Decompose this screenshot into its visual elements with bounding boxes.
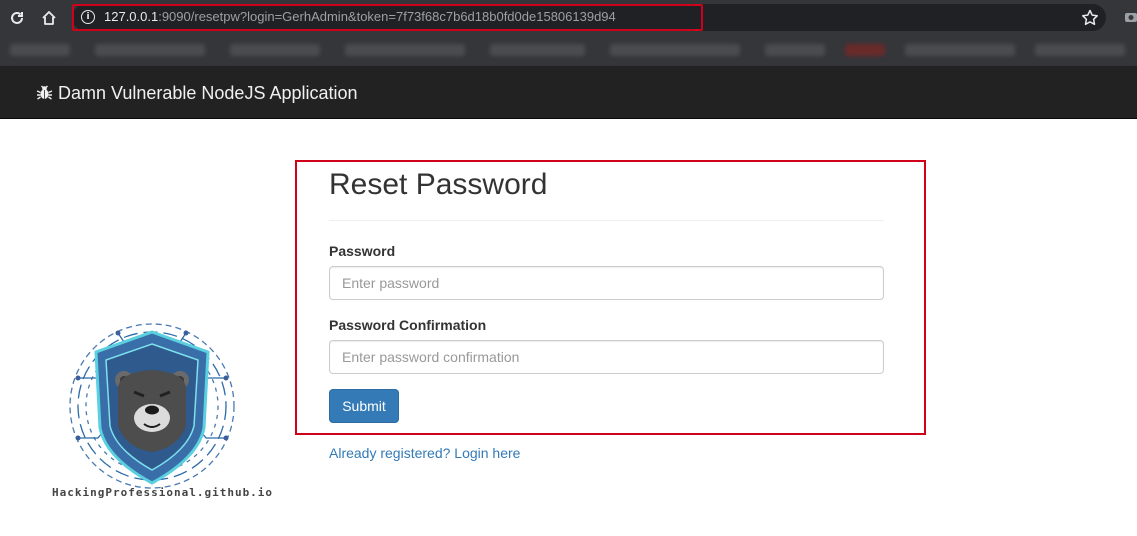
bookmark-item[interactable] [905, 44, 1015, 56]
bug-icon [36, 84, 53, 101]
url-highlight-box [72, 4, 703, 31]
password-confirmation-label: Password Confirmation [329, 317, 487, 333]
bookmark-star-icon[interactable] [1080, 8, 1100, 28]
bookmark-item[interactable] [1035, 44, 1125, 56]
home-icon[interactable] [38, 7, 60, 29]
bookmark-item[interactable] [95, 44, 205, 56]
bookmark-item[interactable] [10, 44, 70, 56]
title-divider [329, 220, 884, 221]
watermark-logo [48, 318, 268, 503]
login-link[interactable]: Already registered? Login here [329, 445, 520, 461]
app-brand-link[interactable]: Damn Vulnerable NodeJS Application [58, 83, 358, 104]
bookmark-item[interactable] [345, 44, 465, 56]
password-input[interactable] [329, 266, 884, 300]
watermark-caption: HackingProfessional.github.io [52, 486, 274, 499]
password-confirmation-input[interactable] [329, 340, 884, 374]
password-label: Password [329, 243, 396, 259]
page-title: Reset Password [329, 168, 548, 201]
camera-icon[interactable] [1124, 10, 1137, 24]
bookmark-item[interactable] [845, 44, 885, 56]
bookmark-item[interactable] [490, 44, 585, 56]
bookmark-item[interactable] [765, 44, 825, 56]
bookmark-item[interactable] [610, 44, 740, 56]
bookmark-item[interactable] [230, 44, 320, 56]
reload-icon[interactable] [6, 7, 28, 29]
submit-button[interactable]: Submit [329, 389, 399, 423]
